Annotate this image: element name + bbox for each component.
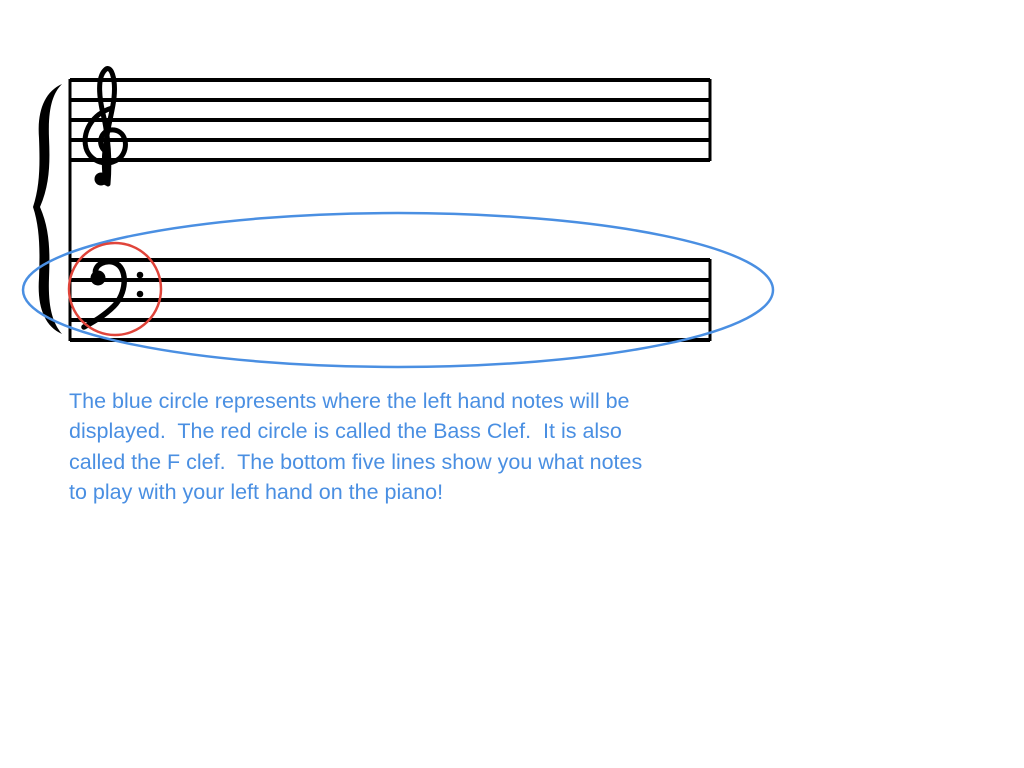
explanation-text: The blue circle represents where the lef… [69, 386, 729, 508]
bass-staff [70, 258, 710, 342]
treble-staff [70, 78, 710, 162]
caption-line: displayed. The red circle is called the … [69, 419, 622, 444]
grand-staff-diagram [21, 66, 775, 369]
treble-clef-icon [82, 66, 128, 187]
caption-line: called the F clef. The bottom five lines… [69, 449, 643, 474]
brace-icon [33, 84, 62, 334]
caption-line: to play with your left hand on the piano… [69, 480, 444, 505]
bass-clef-icon [81, 258, 144, 330]
caption-line: The blue circle represents where the lef… [69, 389, 630, 413]
left-hand-area-highlight [21, 211, 775, 369]
